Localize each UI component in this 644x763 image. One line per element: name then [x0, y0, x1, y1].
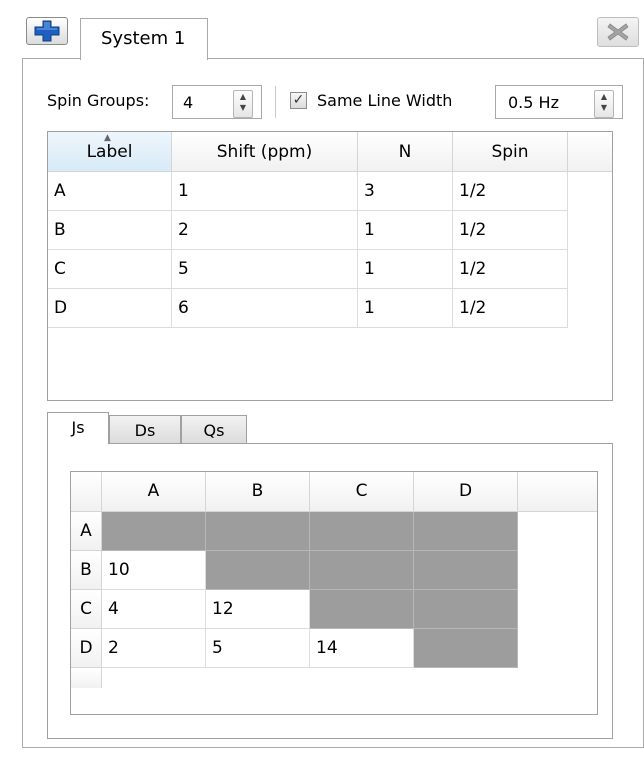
cell-n[interactable]: 3 [358, 172, 453, 211]
matrix-cell-disabled [206, 551, 310, 590]
table-row[interactable]: B 2 1 1/2 [48, 211, 568, 250]
table-row[interactable]: A 1 3 1/2 [48, 172, 568, 211]
table-row[interactable]: C 5 1 1/2 [48, 250, 568, 289]
cell-label[interactable]: D [48, 289, 172, 328]
same-line-width-checkbox[interactable]: ✓ [290, 92, 307, 109]
matrix-row-header[interactable]: B [71, 551, 102, 590]
matrix-cell-value[interactable]: 4 [102, 590, 206, 629]
cell-shift[interactable]: 1 [172, 172, 358, 211]
sort-indicator-icon: ▲ [104, 133, 111, 143]
cell-spin[interactable]: 1/2 [453, 250, 568, 289]
matrix-cell-disabled [310, 512, 414, 551]
cell-label[interactable]: C [48, 250, 172, 289]
tab-ds[interactable]: Ds [109, 415, 181, 444]
matrix-cell-disabled [310, 590, 414, 629]
blue-plus-icon [34, 20, 60, 42]
table-row[interactable]: D 6 1 1/2 [48, 289, 568, 328]
matrix-header-filler [518, 472, 597, 512]
matrix-column-header[interactable]: D [414, 472, 518, 512]
tab-title: System 1 [101, 28, 186, 49]
matrix-row-header[interactable]: C [71, 590, 102, 629]
cell-label[interactable]: A [48, 172, 172, 211]
column-header-label[interactable]: ▲ Label [48, 132, 172, 172]
matrix-column-header[interactable]: C [310, 472, 414, 512]
cell-label[interactable]: B [48, 211, 172, 250]
cell-n[interactable]: 1 [358, 250, 453, 289]
matrix-cell-value[interactable]: 2 [102, 629, 206, 668]
cell-shift[interactable]: 2 [172, 211, 358, 250]
matrix-cell-value[interactable]: 10 [102, 551, 206, 590]
matrix-row-header-empty [71, 668, 102, 688]
spin-groups-stepper[interactable]: 4 ▲ ▼ [172, 85, 262, 119]
spin-groups-arrows[interactable]: ▲ ▼ [233, 90, 253, 118]
cell-spin[interactable]: 1/2 [453, 172, 568, 211]
line-width-stepper[interactable]: 0.5 Hz ▲ ▼ [495, 85, 623, 119]
matrix-column-header[interactable]: B [206, 472, 310, 512]
matrix-corner[interactable] [71, 472, 102, 512]
matrix-column-header[interactable]: A [102, 472, 206, 512]
column-header-shift[interactable]: Shift (ppm) [172, 132, 358, 172]
matrix-cell-disabled [102, 512, 206, 551]
matrix-cell-value[interactable]: 5 [206, 629, 310, 668]
column-header-filler [568, 132, 612, 172]
matrix-cell-value[interactable]: 14 [310, 629, 414, 668]
line-width-arrows[interactable]: ▲ ▼ [594, 90, 614, 118]
matrix-cell-disabled [414, 551, 518, 590]
matrix-cell-value[interactable]: 12 [206, 590, 310, 629]
toolbar-divider [275, 86, 276, 118]
add-system-button[interactable] [26, 17, 68, 45]
j-coupling-matrix[interactable]: A B C D A B 10 C 4 12 D 2 5 14 [70, 471, 598, 715]
matrix-cell-disabled [414, 590, 518, 629]
tab-system-1[interactable]: System 1 [80, 18, 208, 60]
cell-n[interactable]: 1 [358, 211, 453, 250]
cell-spin[interactable]: 1/2 [453, 211, 568, 250]
matrix-cell-disabled [206, 512, 310, 551]
close-icon [607, 23, 629, 41]
spin-groups-table[interactable]: ▲ Label Shift (ppm) N Spin A 1 3 1/2 B 2… [47, 131, 613, 401]
tab-js[interactable]: Js [47, 412, 109, 444]
table-header: ▲ Label Shift (ppm) N Spin [48, 132, 612, 172]
matrix-row-header[interactable]: A [71, 512, 102, 551]
spin-groups-label: Spin Groups: [47, 91, 150, 110]
matrix-cell-disabled [310, 551, 414, 590]
cell-shift[interactable]: 5 [172, 250, 358, 289]
same-line-width-label: Same Line Width [317, 91, 453, 110]
cell-shift[interactable]: 6 [172, 289, 358, 328]
column-header-n[interactable]: N [358, 132, 453, 172]
spin-groups-value: 4 [183, 93, 194, 112]
matrix-cell-disabled [414, 512, 518, 551]
matrix-cell-disabled [414, 629, 518, 668]
matrix-row-header[interactable]: D [71, 629, 102, 668]
line-width-value: 0.5 Hz [508, 93, 559, 112]
column-header-spin[interactable]: Spin [453, 132, 568, 172]
close-tab-button[interactable] [597, 17, 639, 47]
cell-n[interactable]: 1 [358, 289, 453, 328]
cell-spin[interactable]: 1/2 [453, 289, 568, 328]
tab-qs[interactable]: Qs [181, 415, 247, 444]
